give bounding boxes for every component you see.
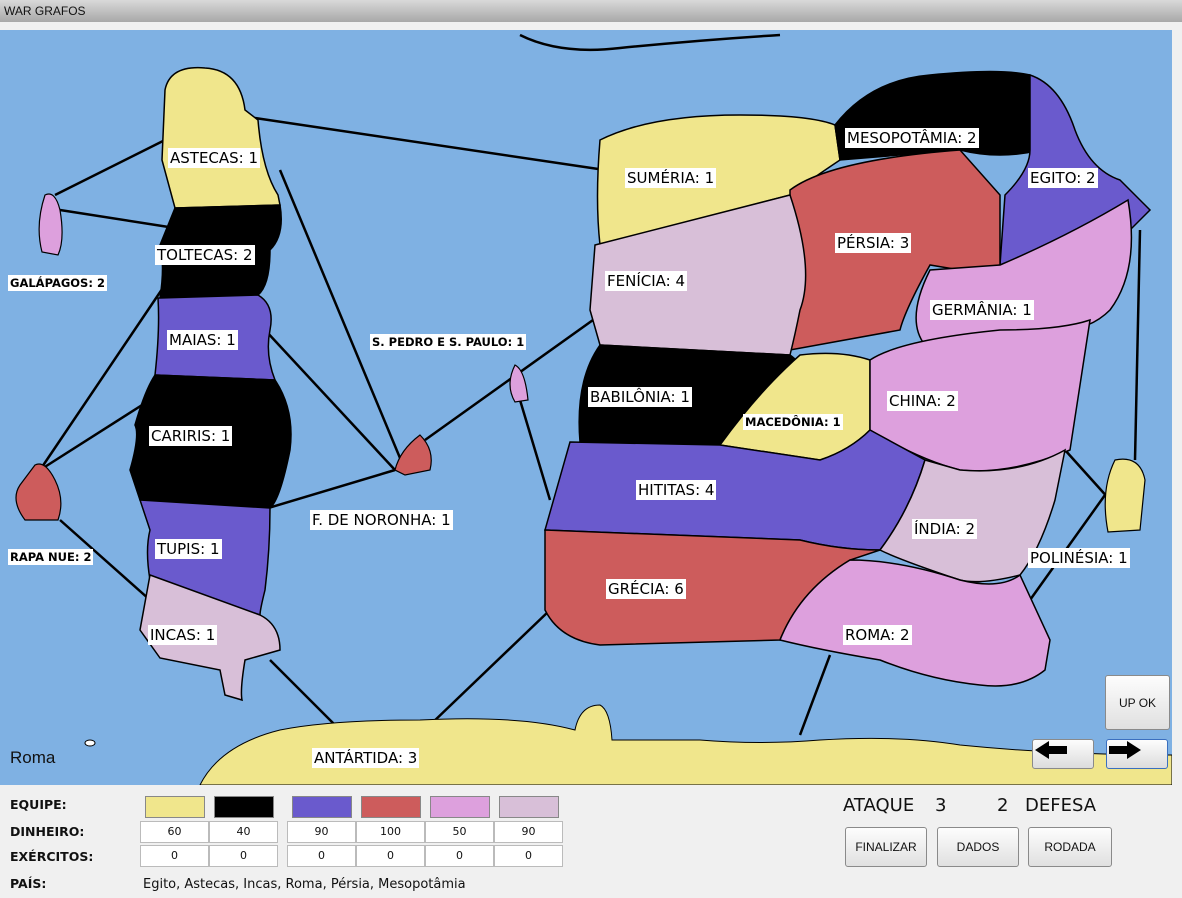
territory-label-persia[interactable]: PÉRSIA: 3	[835, 233, 912, 253]
rodada-button[interactable]: RODADA	[1028, 827, 1112, 867]
defesa-value: 2	[997, 795, 1009, 816]
territory-label-mesopotamia[interactable]: MESOPOTÂMIA: 2	[845, 128, 979, 148]
finalizar-button[interactable]: FINALIZAR	[845, 827, 927, 867]
exercitos-cell: 0	[356, 845, 425, 867]
defesa-label: DEFESA	[1025, 795, 1097, 816]
territory-label-babilonia[interactable]: BABILÔNIA: 1	[588, 387, 692, 407]
dinheiro-cell: 90	[287, 821, 356, 843]
team-swatch	[145, 796, 205, 818]
territory-label-spedro[interactable]: S. PEDRO E S. PAULO: 1	[370, 334, 527, 350]
map-graphics	[15, 33, 1172, 785]
territory-label-hititas[interactable]: HITITAS: 4	[636, 480, 717, 500]
territory-label-astecas[interactable]: ASTECAS: 1	[168, 148, 261, 168]
dinheiro-cell: 90	[494, 821, 563, 843]
team-swatch	[361, 796, 421, 818]
left-arrow-icon	[1035, 741, 1067, 759]
exercitos-cell: 0	[287, 845, 356, 867]
territory-label-egito[interactable]: EGITO: 2	[1028, 168, 1098, 188]
territory-label-roma[interactable]: ROMA: 2	[843, 625, 912, 645]
owned-countries-list: Egito, Astecas, Incas, Roma, Pérsia, Mes…	[143, 877, 466, 892]
dados-button[interactable]: DADOS	[937, 827, 1019, 867]
dinheiro-label: DINHEIRO:	[10, 824, 85, 839]
ataque-value: 3	[935, 795, 947, 816]
territory-label-sumeria[interactable]: SUMÉRIA: 1	[625, 168, 717, 188]
territory-label-noronha[interactable]: F. DE NORONHA: 1	[310, 510, 453, 530]
exercitos-label: EXÉRCITOS:	[10, 849, 94, 864]
team-swatch	[292, 796, 352, 818]
up-ok-button[interactable]: UP OK	[1105, 675, 1170, 730]
exercitos-cell: 0	[425, 845, 494, 867]
territory-label-china[interactable]: CHINA: 2	[887, 391, 958, 411]
equipe-label: EQUIPE:	[10, 797, 67, 812]
dinheiro-cell: 100	[356, 821, 425, 843]
exercitos-cell: 0	[494, 845, 563, 867]
territory-label-germania[interactable]: GERMÂNIA: 1	[930, 300, 1034, 320]
right-arrow-icon	[1109, 741, 1141, 759]
exercitos-cell: 0	[140, 845, 209, 867]
exercitos-cell: 0	[209, 845, 278, 867]
territory-label-macedonia[interactable]: MACEDÔNIA: 1	[743, 414, 843, 430]
territory-label-rapanue[interactable]: RAPA NUE: 2	[8, 549, 94, 565]
window-title: WAR GRAFOS	[0, 0, 1182, 22]
territory-label-polinesia[interactable]: POLINÉSIA: 1	[1028, 548, 1130, 568]
antarctica-shape	[199, 704, 1172, 785]
ataque-label: ATAQUE	[843, 795, 915, 816]
game-map[interactable]: ASTECAS: 1 TOLTECAS: 2 MAIAS: 1 CARIRIS:…	[0, 30, 1172, 785]
territory-label-fenicia[interactable]: FENÍCIA: 4	[605, 271, 688, 291]
current-player: Roma	[10, 748, 56, 767]
territory-label-grecia[interactable]: GRÉCIA: 6	[606, 579, 686, 599]
territory-label-india[interactable]: ÍNDIA: 2	[912, 519, 977, 539]
dinheiro-cell: 50	[425, 821, 494, 843]
prev-button[interactable]	[1032, 739, 1094, 769]
territory-label-toltecas[interactable]: TOLTECAS: 2	[155, 245, 255, 265]
territory-label-maias[interactable]: MAIAS: 1	[167, 330, 238, 350]
territory-label-tupis[interactable]: TUPIS: 1	[155, 539, 222, 559]
territory-label-antartida[interactable]: ANTÁRTIDA: 3	[312, 748, 420, 768]
dinheiro-cell: 40	[209, 821, 278, 843]
team-swatch	[499, 796, 559, 818]
territory-label-incas[interactable]: INCAS: 1	[148, 625, 218, 645]
team-swatch	[214, 796, 274, 818]
pais-label: PAÍS:	[10, 876, 47, 891]
territory-label-cariris[interactable]: CARIRIS: 1	[149, 426, 233, 446]
territory-label-galapagos[interactable]: GALÁPAGOS: 2	[8, 275, 107, 291]
dinheiro-cell: 60	[140, 821, 209, 843]
team-swatch	[430, 796, 490, 818]
next-button[interactable]	[1106, 739, 1168, 769]
